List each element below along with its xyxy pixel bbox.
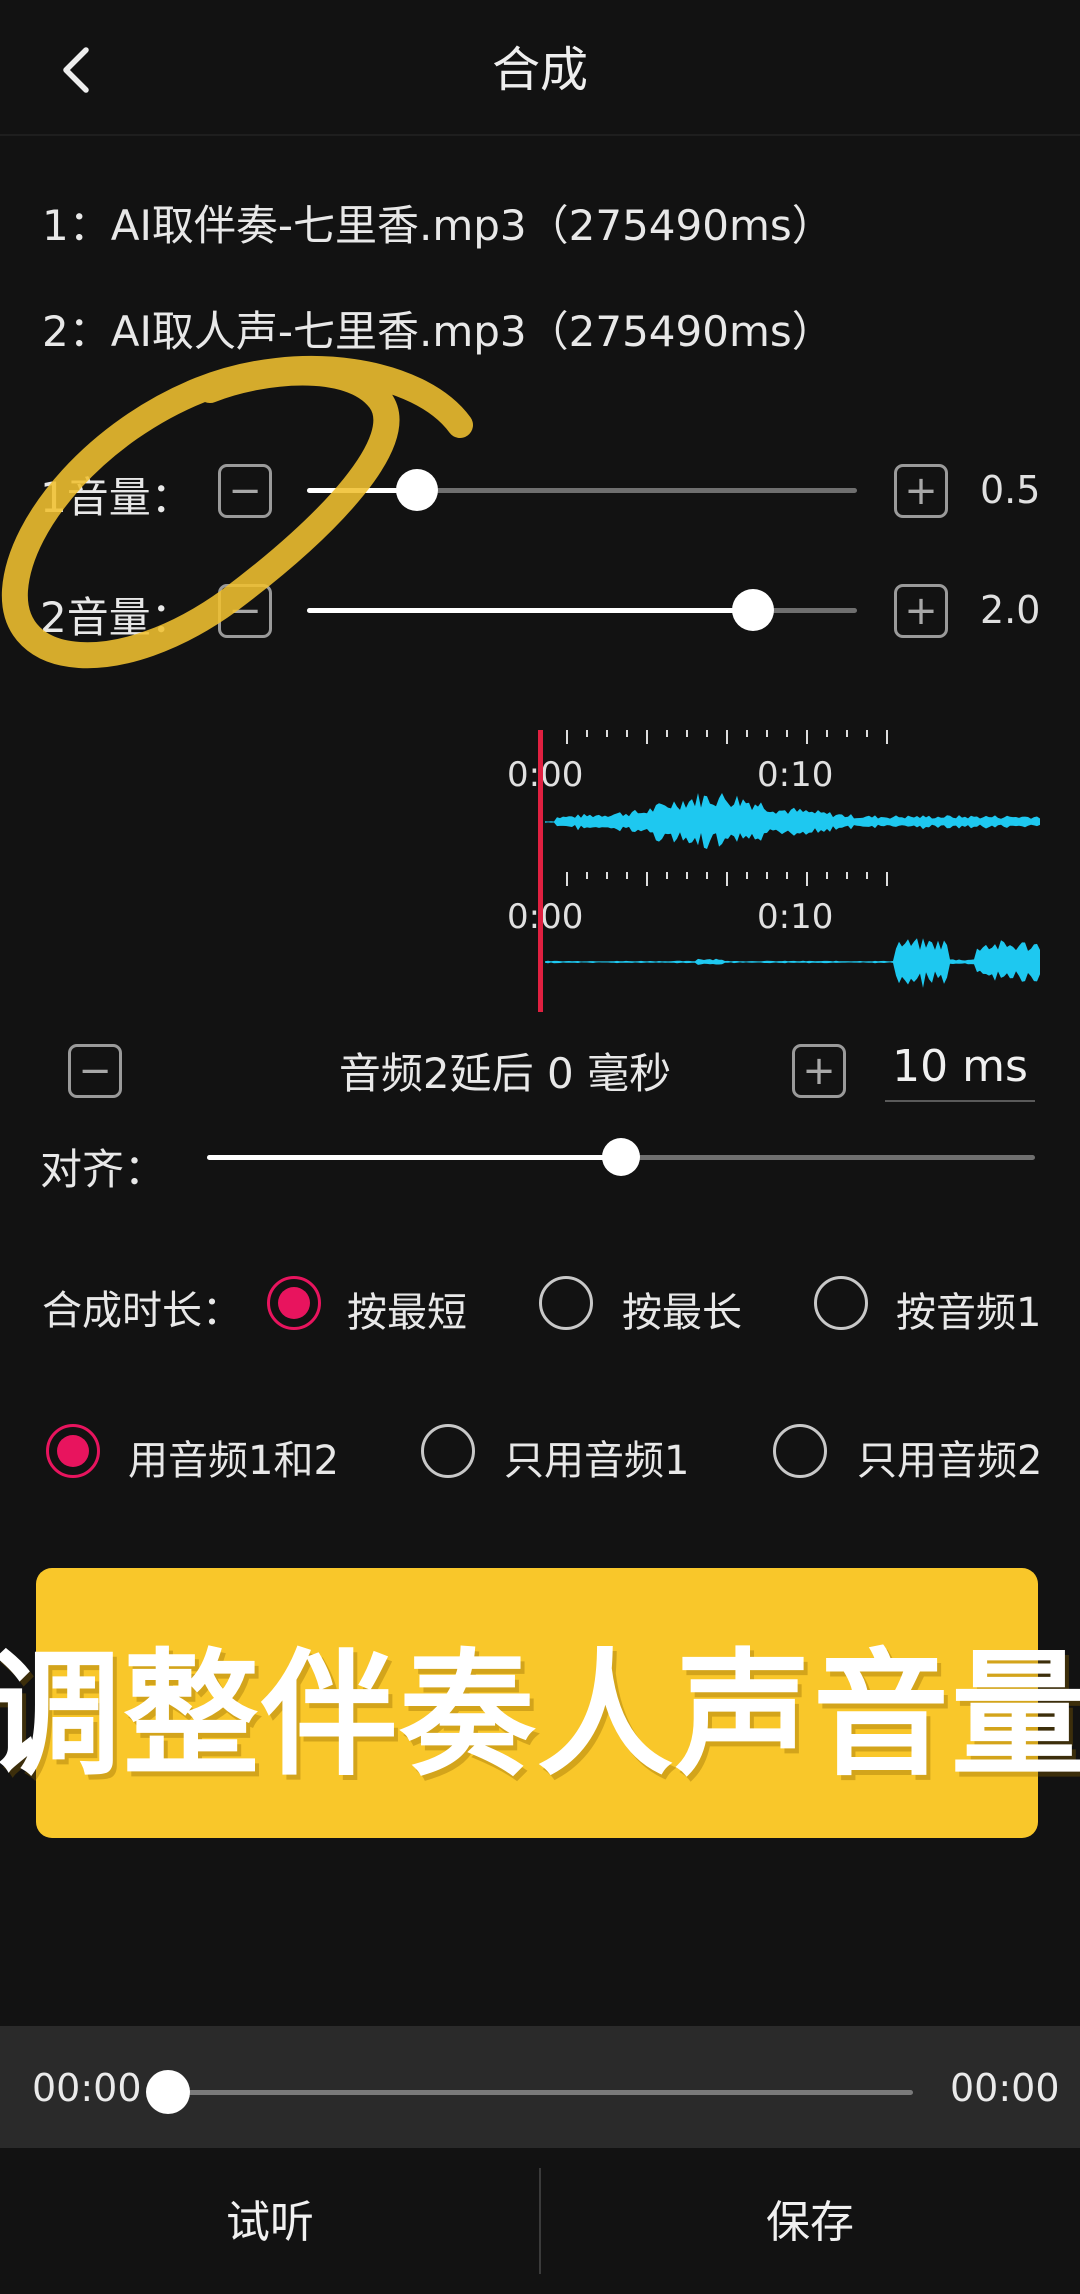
waveform-2-timeline xyxy=(566,872,888,886)
align-slider-thumb[interactable] xyxy=(602,1138,640,1176)
back-button[interactable] xyxy=(40,30,112,110)
waveform-2-mid-label: 0:10 xyxy=(757,897,833,937)
volume-2-value: 2.0 xyxy=(980,588,1041,632)
duration-audio1-radio[interactable] xyxy=(814,1276,868,1330)
playback-slider-thumb[interactable] xyxy=(146,2070,190,2114)
duration-label: 合成时长： xyxy=(42,1288,242,1334)
delay-text: 音频2延后 0 毫秒 xyxy=(338,1049,672,1098)
mix-both-label[interactable]: 用音频1和2 xyxy=(128,1428,339,1486)
waveform-1-timeline xyxy=(566,730,888,744)
promo-banner: 调整伴奏人声音量 xyxy=(0,1568,1080,1838)
highlight-circle-annotation xyxy=(1,356,473,669)
volume-2-slider-thumb[interactable] xyxy=(731,589,774,631)
banner-text: 调整伴奏人声音量 xyxy=(0,1636,1080,1795)
mix-both-radio[interactable] xyxy=(46,1424,100,1478)
duration-shortest-radio[interactable] xyxy=(267,1276,321,1330)
plus-icon: + xyxy=(904,588,938,634)
delay-decrease-button[interactable]: − xyxy=(68,1044,122,1098)
page-title: 合成 xyxy=(491,42,588,98)
plus-icon: + xyxy=(904,468,938,514)
minus-icon: − xyxy=(78,1048,112,1094)
plus-icon: + xyxy=(802,1048,836,1094)
file-1-label: 1：AI取伴奏-七里香.mp3（275490ms） xyxy=(42,201,834,250)
volume-2-increase-button[interactable]: + xyxy=(894,584,948,638)
playhead-marker[interactable] xyxy=(538,730,543,1012)
waveform-2-start-label: 0:00 xyxy=(507,897,583,937)
current-time: 00:00 xyxy=(32,2066,142,2110)
chevron-left-icon xyxy=(63,47,89,93)
duration-longest-label[interactable]: 按最长 xyxy=(622,1280,742,1338)
align-slider-fill xyxy=(207,1155,621,1160)
duration-audio1-label[interactable]: 按音频1 xyxy=(896,1280,1041,1338)
delay-increase-button[interactable]: + xyxy=(792,1044,846,1098)
delay-step-input[interactable]: 10 ms xyxy=(885,1032,1035,1102)
radio-dot xyxy=(278,1287,310,1319)
volume-1-value: 0.5 xyxy=(980,468,1041,512)
playback-slider[interactable] xyxy=(146,2070,913,2114)
save-button[interactable]: 保存 xyxy=(540,2148,1080,2294)
volume-1-increase-button[interactable]: + xyxy=(894,464,948,518)
mix-audio2-radio[interactable] xyxy=(773,1424,827,1478)
waveform-panel[interactable]: 0:00 0:10 0:00 0:10 xyxy=(495,722,1040,1012)
waveform-1-mid-label: 0:10 xyxy=(757,755,833,795)
mix-audio1-radio[interactable] xyxy=(421,1424,475,1478)
waveform-2 xyxy=(545,938,1040,988)
align-label: 对齐： xyxy=(40,1145,167,1194)
align-slider[interactable] xyxy=(207,1138,1035,1176)
duration-longest-radio[interactable] xyxy=(539,1276,593,1330)
mix-audio1-label[interactable]: 只用音频1 xyxy=(504,1428,689,1486)
waveform-1-start-label: 0:00 xyxy=(507,755,583,795)
waveform-1 xyxy=(545,793,1040,849)
total-time: 00:00 xyxy=(950,2066,1060,2110)
radio-dot xyxy=(57,1435,89,1467)
duration-shortest-label[interactable]: 按最短 xyxy=(347,1280,467,1338)
mix-audio2-label[interactable]: 只用音频2 xyxy=(857,1428,1042,1486)
preview-button[interactable]: 试听 xyxy=(0,2148,540,2294)
